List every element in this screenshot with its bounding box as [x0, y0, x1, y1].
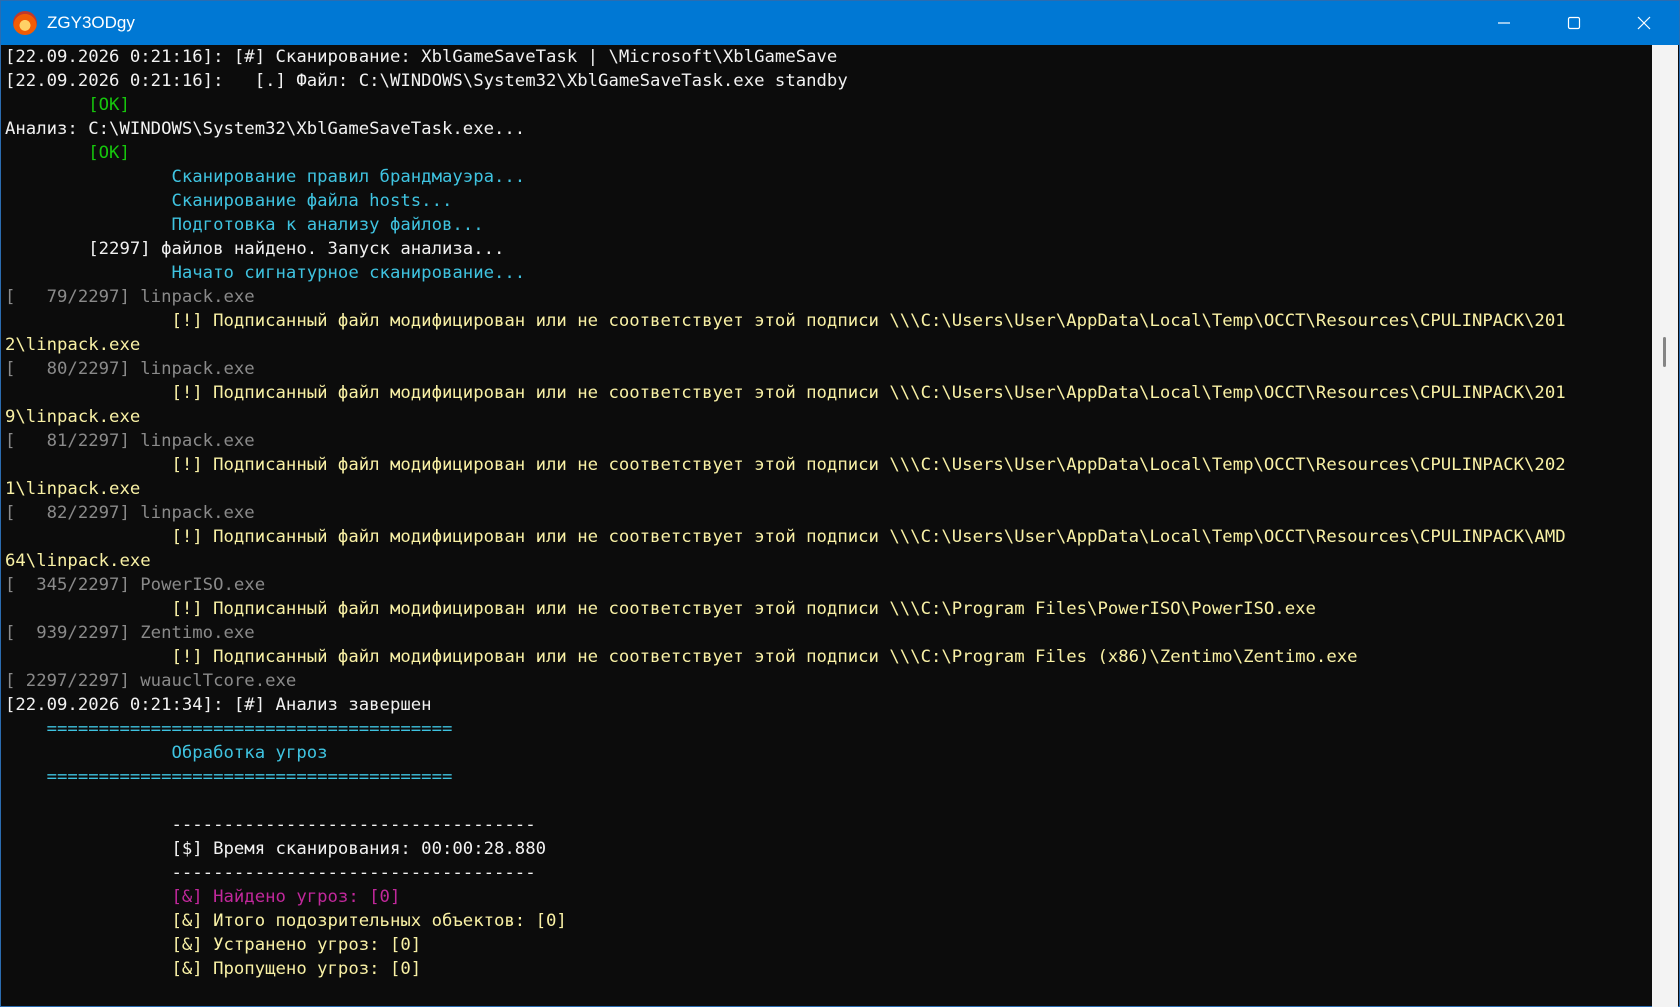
console-line: ======================================= [5, 719, 453, 739]
maximize-button[interactable] [1539, 1, 1609, 45]
close-button[interactable] [1609, 1, 1679, 45]
console-line: [22.09.2026 0:21:16]: [#] Сканирование: … [5, 47, 838, 67]
console-line: [&] Найдено угроз: [0] [5, 887, 401, 907]
vertical-scrollbar[interactable] [1652, 45, 1678, 1007]
console-line: [OK] [5, 95, 130, 115]
maximize-icon [1567, 16, 1581, 30]
close-icon [1637, 16, 1651, 30]
console-line: 2\linpack.exe [5, 335, 141, 355]
console-line: [ 345/2297] PowerISO.exe [5, 575, 266, 595]
console-line: [22.09.2026 0:21:16]: [.] Файл: C:\WINDO… [5, 71, 848, 91]
title-bar[interactable]: ZGY3ODgy [1, 1, 1679, 45]
console-line: Сканирование файла hosts... [5, 191, 453, 211]
console-line: Подготовка к анализу файлов... [5, 215, 484, 235]
minimize-button[interactable] [1469, 1, 1539, 45]
console-line: [&] Пропущено угроз: [0] [5, 959, 422, 979]
console-line: 9\linpack.exe [5, 407, 141, 427]
console-line: [ 939/2297] Zentimo.exe [5, 623, 255, 643]
console-line: ======================================= [5, 767, 453, 787]
console-line: [ 80/2297] linpack.exe [5, 359, 255, 379]
console-line: 64\linpack.exe [5, 551, 151, 571]
console-line: [!] Подписанный файл модифицирован или н… [5, 311, 1566, 331]
console-window: ZGY3ODgy [22.09.2026 0:21:16]: [#] Скани… [0, 0, 1680, 1007]
console-line: [22.09.2026 0:21:34]: [#] Анализ заверше… [5, 695, 432, 715]
window-controls [1469, 1, 1679, 45]
console-line: [&] Итого подозрительных объектов: [0] [5, 911, 567, 931]
console-line: [!] Подписанный файл модифицирован или н… [5, 527, 1566, 547]
console-line: ----------------------------------- [5, 815, 536, 835]
console-line: [ 2297/2297] wuauclTcore.exe [5, 671, 297, 691]
minimize-icon [1498, 22, 1510, 24]
console-line: Обработка угроз [5, 743, 328, 763]
app-flame-icon [13, 11, 37, 35]
console-line: [OK] [5, 143, 130, 163]
console-output[interactable]: [22.09.2026 0:21:16]: [#] Сканирование: … [1, 45, 1653, 1007]
console-line: [ 81/2297] linpack.exe [5, 431, 255, 451]
console-line: [2297] файлов найдено. Запуск анализа... [5, 239, 505, 259]
scrollbar-thumb[interactable] [1663, 337, 1666, 367]
console-line: ----------------------------------- [5, 863, 536, 883]
console-line: Анализ: C:\WINDOWS\System32\XblGameSaveT… [5, 119, 526, 139]
console-line: [ 82/2297] linpack.exe [5, 503, 255, 523]
console-line: [!] Подписанный файл модифицирован или н… [5, 455, 1566, 475]
console-line: 1\linpack.exe [5, 479, 141, 499]
console-line: [&] Устранено угроз: [0] [5, 935, 422, 955]
console-line: [$] Время сканирования: 00:00:28.880 [5, 839, 547, 859]
console-line: [!] Подписанный файл модифицирован или н… [5, 647, 1358, 667]
console-line: [!] Подписанный файл модифицирован или н… [5, 383, 1566, 403]
console-line: Сканирование правил брандмауэра... [5, 167, 526, 187]
console-line: [ 79/2297] linpack.exe [5, 287, 255, 307]
console-line: [!] Подписанный файл модифицирован или н… [5, 599, 1316, 619]
console-line: Начато сигнатурное сканирование... [5, 263, 526, 283]
window-title: ZGY3ODgy [47, 13, 135, 32]
